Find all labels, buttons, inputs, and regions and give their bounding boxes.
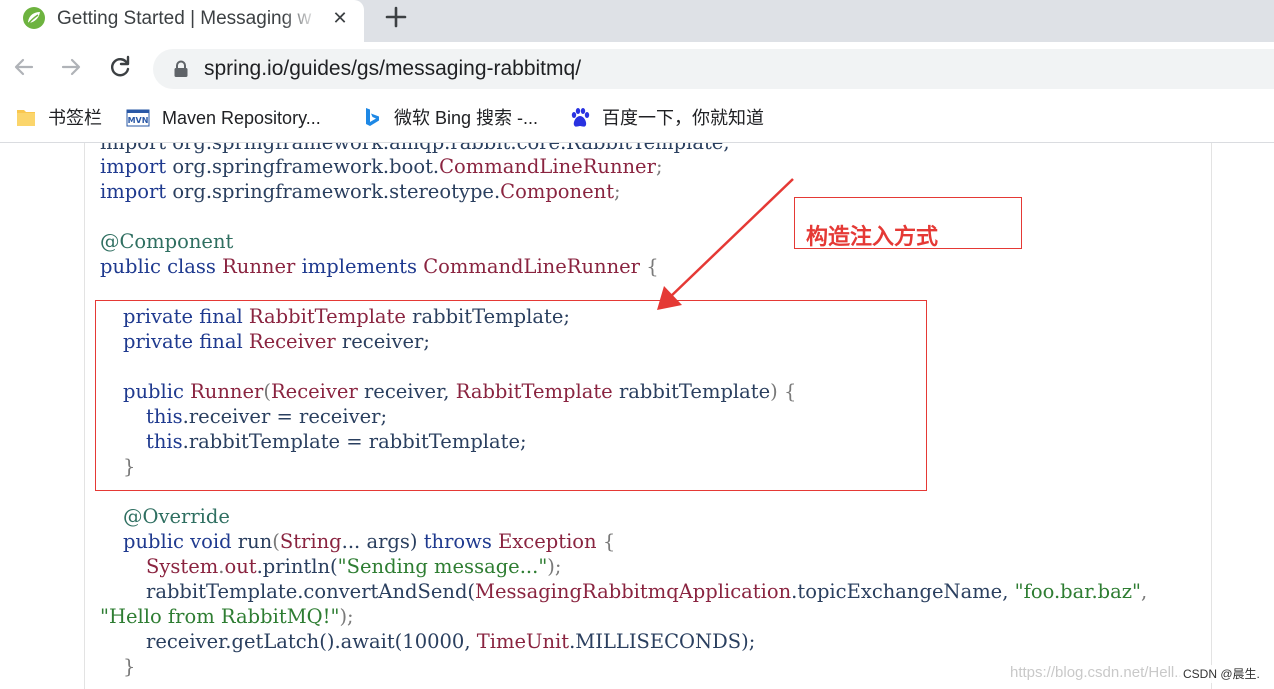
maven-icon: MVN	[126, 109, 150, 127]
code-line-import: import org.springframework.boot.CommandL…	[100, 155, 663, 178]
code-line-brace: }	[123, 655, 136, 678]
folder-icon	[17, 110, 35, 126]
code-line-annotation: @Component	[100, 230, 234, 253]
highlight-box	[95, 300, 927, 491]
lock-icon[interactable]	[173, 60, 189, 78]
watermark: https://blog.csdn.net/Hell...	[1010, 664, 1187, 681]
tab-close-icon[interactable]: ✕	[328, 6, 352, 30]
new-tab-icon[interactable]	[382, 3, 410, 31]
bookmark-maven[interactable]: MVN Maven Repository...	[126, 104, 341, 132]
back-arrow-icon[interactable]	[11, 54, 37, 80]
address-bar[interactable]: spring.io/guides/gs/messaging-rabbitmq/	[153, 49, 1274, 89]
bookmark-bing[interactable]: 微软 Bing 搜索 -...	[360, 104, 550, 132]
code-line-println: System.out.println("Sending message...")…	[146, 555, 562, 578]
page-content: import org.springframework.amqp.rabbit.c…	[0, 143, 1274, 689]
svg-text:MVN: MVN	[128, 116, 149, 125]
bookmark-label: 微软 Bing 搜索 -...	[394, 108, 539, 128]
bookmark-baidu[interactable]: 百度一下，你就知道	[568, 104, 778, 132]
toolbar: spring.io/guides/gs/messaging-rabbitmq/	[0, 42, 1274, 96]
code-line-annotation: @Override	[123, 505, 230, 528]
bookmarks-bar: 书签栏 MVN Maven Repository... 微软 Bing 搜索 -…	[0, 96, 1274, 143]
browser-tab[interactable]: Getting Started | Messaging w ✕	[0, 0, 364, 42]
annotation-label: 构造注入方式	[806, 224, 939, 249]
tab-title: Getting Started | Messaging w	[57, 8, 312, 29]
code-line-await: receiver.getLatch().await(10000, TimeUni…	[146, 630, 756, 653]
forward-arrow-icon[interactable]	[58, 54, 84, 80]
spring-leaf-icon	[23, 7, 45, 29]
code-line-method: public void run(String... args) throws E…	[123, 530, 616, 553]
bookmark-folder[interactable]: 书签栏	[14, 104, 114, 132]
code-line-import: import org.springframework.stereotype.Co…	[100, 180, 621, 203]
baidu-icon	[571, 108, 590, 127]
code-line-class: public class Runner implements CommandLi…	[100, 255, 659, 278]
bookmark-label: Maven Repository...	[162, 108, 321, 128]
bing-icon	[366, 108, 379, 126]
url-text[interactable]: spring.io/guides/gs/messaging-rabbitmq/	[204, 56, 581, 82]
csdn-tag: CSDN @晨生.	[1180, 665, 1263, 683]
bookmark-label: 书签栏	[48, 108, 102, 128]
code-line-send: rabbitTemplate.convertAndSend(MessagingR…	[146, 580, 1148, 603]
bookmark-label: 百度一下，你就知道	[602, 108, 764, 128]
tab-strip: Getting Started | Messaging w ✕	[0, 0, 1274, 42]
code-line-send-cont: "Hello from RabbitMQ!");	[100, 605, 354, 628]
reload-icon[interactable]	[107, 54, 133, 80]
